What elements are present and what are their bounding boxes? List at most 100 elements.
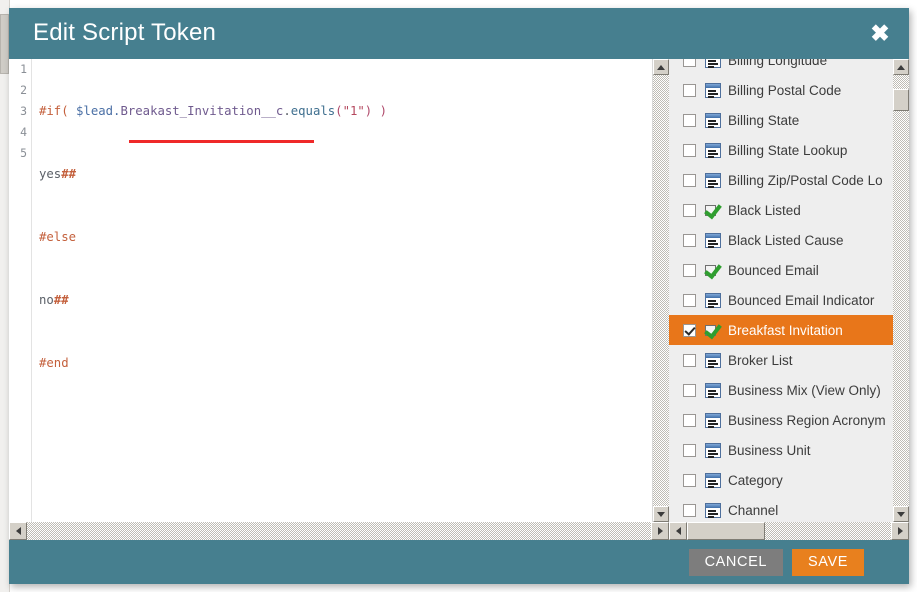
code-token-method: equals xyxy=(290,104,336,118)
list-item[interactable]: Billing Postal Code xyxy=(669,75,893,105)
scroll-down-icon[interactable] xyxy=(893,506,909,522)
list-item[interactable]: Business Unit xyxy=(669,435,893,465)
field-label: Billing Postal Code xyxy=(728,82,842,98)
list-item[interactable]: Broker List xyxy=(669,345,893,375)
code-token-dot: . xyxy=(283,104,291,118)
field-checkbox[interactable] xyxy=(683,203,696,217)
code-token-field: Breakast_Invitation__c xyxy=(120,104,284,118)
field-checkbox[interactable] xyxy=(683,113,696,127)
list-item[interactable]: Bounced Email xyxy=(669,255,893,285)
code-token-tail: ) xyxy=(372,104,387,118)
text-field-icon xyxy=(705,232,721,248)
field-checkbox[interactable] xyxy=(683,323,696,337)
field-list-panel: Billing Longitude Billing Postal Code Bi… xyxy=(669,59,909,540)
text-field-icon xyxy=(705,59,721,68)
line-number: 4 xyxy=(20,125,27,139)
list-item[interactable]: Black Listed xyxy=(669,195,893,225)
close-icon[interactable]: ✖ xyxy=(867,21,893,47)
line-number: 3 xyxy=(20,104,27,118)
code-line: no## xyxy=(39,290,639,311)
field-checkbox[interactable] xyxy=(683,293,696,307)
code-line: yes## xyxy=(39,164,639,185)
scroll-left-icon[interactable] xyxy=(669,522,687,540)
field-label: Billing State Lookup xyxy=(728,142,848,158)
cancel-button[interactable]: CANCEL xyxy=(688,549,783,576)
scroll-up-icon[interactable] xyxy=(893,59,909,75)
field-label: Billing State xyxy=(728,112,800,128)
field-checkbox[interactable] xyxy=(683,353,696,367)
code-token-text: yes xyxy=(39,167,62,181)
line-number: 5 xyxy=(20,146,27,160)
line-number: 2 xyxy=(20,83,27,97)
code-token-open-paren: ( xyxy=(335,104,343,118)
dialog-footer: CANCEL SAVE xyxy=(9,540,909,584)
code-token-directive: #else xyxy=(39,230,77,244)
scroll-down-icon[interactable] xyxy=(653,506,669,522)
code-token-directive: #if( xyxy=(39,104,69,118)
text-field-icon xyxy=(705,82,721,98)
text-field-icon xyxy=(705,112,721,128)
field-label: Business Unit xyxy=(728,442,811,458)
dialog-body: 1 2 3 4 5 #if( $lead.Breakast_Invitation… xyxy=(9,59,909,540)
code-line: #if( $lead.Breakast_Invitation__c.equals… xyxy=(39,101,639,122)
list-item[interactable]: Billing Longitude xyxy=(669,59,893,75)
save-button[interactable]: SAVE xyxy=(791,549,864,576)
list-item[interactable]: Business Region Acronym xyxy=(669,405,893,435)
code-content[interactable]: #if( $lead.Breakast_Invitation__c.equals… xyxy=(39,59,639,416)
script-editor[interactable]: 1 2 3 4 5 #if( $lead.Breakast_Invitation… xyxy=(9,59,653,522)
scroll-right-icon[interactable] xyxy=(891,522,909,540)
scroll-up-icon[interactable] xyxy=(653,59,669,75)
field-label: Category xyxy=(728,472,783,488)
field-checkbox[interactable] xyxy=(683,143,696,157)
code-token-hash: ## xyxy=(53,293,69,307)
code-token-text: no xyxy=(39,293,54,307)
list-item[interactable]: Business Mix (View Only) xyxy=(669,375,893,405)
text-field-icon xyxy=(705,172,721,188)
editor-horizontal-scrollbar[interactable] xyxy=(9,522,669,540)
modal-dialog: Edit Script Token ✖ 1 2 3 4 5 #if( $lead… xyxy=(9,8,909,584)
field-list-scrollbar-thumb[interactable] xyxy=(893,89,909,111)
field-checkbox[interactable] xyxy=(683,263,696,277)
field-list-hscroll-thumb[interactable] xyxy=(687,522,765,540)
list-item[interactable]: Bounced Email Indicator xyxy=(669,285,893,315)
list-item[interactable]: Billing Zip/Postal Code Lo xyxy=(669,165,893,195)
error-underline xyxy=(129,140,314,143)
field-label: Business Mix (View Only) xyxy=(728,382,881,398)
field-checkbox[interactable] xyxy=(683,473,696,487)
field-checkbox[interactable] xyxy=(683,413,696,427)
scroll-left-icon[interactable] xyxy=(9,522,27,540)
field-checkbox[interactable] xyxy=(683,233,696,247)
list-item-selected[interactable]: Breakfast Invitation xyxy=(669,315,893,345)
text-field-icon xyxy=(705,502,721,518)
edit-script-token-dialog-screen: Edit Script Token ✖ 1 2 3 4 5 #if( $lead… xyxy=(0,0,917,592)
field-label: Breakfast Invitation xyxy=(728,322,843,338)
text-field-icon xyxy=(705,412,721,428)
line-number-gutter: 1 2 3 4 5 xyxy=(9,59,32,522)
list-item[interactable]: Category xyxy=(669,465,893,495)
list-item[interactable]: Channel xyxy=(669,495,893,522)
text-field-icon xyxy=(705,292,721,308)
code-token-directive: #end xyxy=(39,356,69,370)
line-number: 1 xyxy=(20,62,27,76)
boolean-field-icon xyxy=(704,320,722,339)
field-label: Bounced Email Indicator xyxy=(728,292,875,308)
field-checkbox[interactable] xyxy=(683,173,696,187)
field-checkbox[interactable] xyxy=(683,59,696,67)
text-field-icon xyxy=(705,142,721,158)
field-list-horizontal-scrollbar[interactable] xyxy=(669,522,909,540)
field-checkbox[interactable] xyxy=(683,443,696,457)
page-scrollbar-thumb[interactable] xyxy=(0,14,9,74)
field-checkbox[interactable] xyxy=(683,503,696,517)
field-list[interactable]: Billing Longitude Billing Postal Code Bi… xyxy=(669,59,893,522)
field-label: Business Region Acronym xyxy=(728,412,886,428)
field-checkbox[interactable] xyxy=(683,83,696,97)
editor-vertical-scrollbar[interactable] xyxy=(653,59,669,522)
list-item[interactable]: Billing State Lookup xyxy=(669,135,893,165)
field-label: Broker List xyxy=(728,352,793,368)
list-item[interactable]: Black Listed Cause xyxy=(669,225,893,255)
list-item[interactable]: Billing State xyxy=(669,105,893,135)
field-list-vertical-scrollbar[interactable] xyxy=(893,59,909,522)
scroll-right-icon[interactable] xyxy=(651,522,669,540)
code-token-variable: $lead. xyxy=(68,104,121,118)
field-checkbox[interactable] xyxy=(683,383,696,397)
